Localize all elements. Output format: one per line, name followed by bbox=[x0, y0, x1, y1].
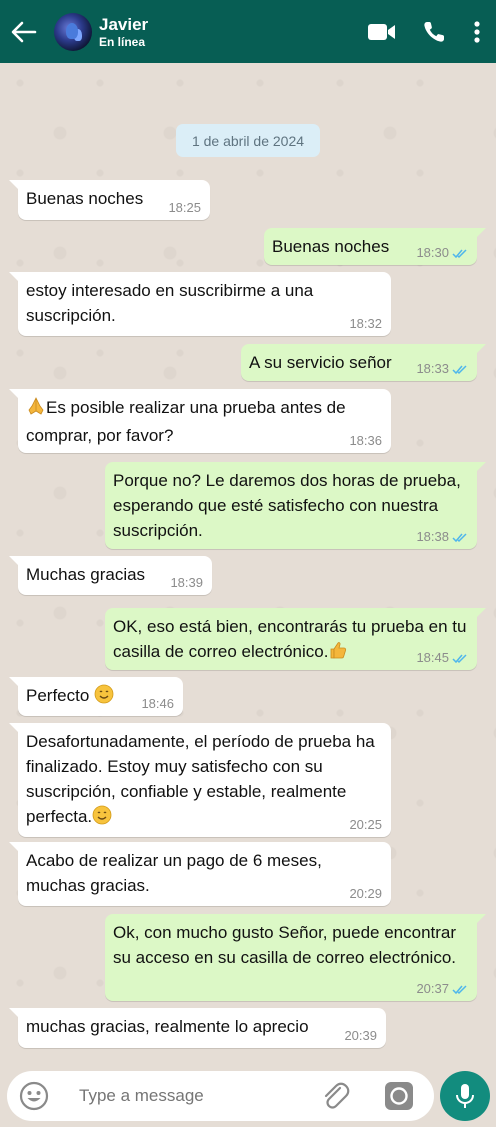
video-call-button[interactable] bbox=[362, 0, 402, 63]
smiling-face-icon bbox=[92, 805, 112, 832]
read-ticks-icon bbox=[452, 653, 468, 664]
message-incoming[interactable]: Desafortunadamente, el período de prueba… bbox=[9, 723, 391, 837]
message-text: Porque no? Le daremos dos horas de prueb… bbox=[113, 471, 461, 540]
message-text: Desafortunadamente, el período de prueba… bbox=[26, 732, 375, 826]
read-ticks-icon bbox=[452, 984, 468, 995]
more-options-button[interactable] bbox=[462, 0, 492, 63]
smiling-face-icon bbox=[94, 684, 114, 711]
contact-status: En línea bbox=[99, 34, 146, 49]
message-outgoing[interactable]: Buenas noches 18:30 bbox=[264, 228, 486, 265]
message-time: 18:39 bbox=[170, 575, 203, 590]
contact-name: Javier bbox=[99, 14, 149, 34]
message-text: muchas gracias, realmente lo aprecio bbox=[26, 1017, 309, 1036]
chat-area[interactable]: 1 de abril de 2024 Buenas noches 18:25 B… bbox=[0, 63, 496, 1065]
message-text-container: Desafortunadamente, el período de prueba… bbox=[26, 729, 382, 832]
message-text: Acabo de realizar un pago de 6 meses, mu… bbox=[26, 851, 322, 895]
emoji-icon bbox=[19, 1081, 49, 1111]
back-arrow-icon bbox=[11, 21, 37, 42]
message-time: 18:33 bbox=[416, 361, 449, 376]
phone-icon bbox=[424, 21, 444, 42]
message-text: Ok, con mucho gusto Señor, puede encontr… bbox=[113, 923, 457, 967]
message-time: 20:39 bbox=[344, 1028, 377, 1043]
chat-header: Javier En línea bbox=[0, 0, 496, 63]
message-incoming[interactable]: estoy interesado en suscribirme a una su… bbox=[9, 272, 391, 336]
date-chip: 1 de abril de 2024 bbox=[176, 124, 320, 157]
message-incoming[interactable]: Es posible realizar una prueba antes de … bbox=[9, 389, 391, 453]
camera-icon bbox=[385, 1082, 413, 1110]
message-outgoing[interactable]: A su servicio señor 18:33 bbox=[241, 344, 486, 381]
message-text: Perfecto bbox=[26, 686, 90, 705]
message-time: 18:46 bbox=[141, 696, 174, 711]
thumbs-up-icon bbox=[328, 640, 348, 667]
microphone-icon bbox=[456, 1084, 474, 1108]
message-outgoing[interactable]: OK, eso está bien, encontrarás tu prueba… bbox=[105, 608, 486, 670]
message-incoming[interactable]: Muchas gracias 18:39 bbox=[9, 556, 212, 595]
camera-button[interactable] bbox=[382, 1079, 416, 1113]
message-time: 18:25 bbox=[168, 200, 201, 215]
message-time: 20:25 bbox=[349, 817, 382, 832]
message-text-container: OK, eso está bien, encontrarás tu prueba… bbox=[113, 614, 468, 667]
read-ticks-icon bbox=[452, 364, 468, 375]
message-outgoing[interactable]: Ok, con mucho gusto Señor, puede encontr… bbox=[105, 914, 486, 1001]
message-text: Es posible realizar una prueba antes de … bbox=[26, 398, 346, 445]
read-ticks-icon bbox=[452, 248, 468, 259]
message-text: OK, eso está bien, encontrarás tu prueba… bbox=[113, 617, 467, 661]
read-ticks-icon bbox=[452, 532, 468, 543]
message-time: 18:45 bbox=[416, 650, 449, 665]
emoji-button[interactable] bbox=[9, 1071, 59, 1121]
back-button[interactable] bbox=[2, 0, 46, 63]
message-time: 18:30 bbox=[416, 245, 449, 260]
message-time: 20:37 bbox=[416, 981, 449, 996]
message-incoming[interactable]: Acabo de realizar un pago de 6 meses, mu… bbox=[9, 842, 391, 906]
voice-call-button[interactable] bbox=[414, 0, 454, 63]
contact-info[interactable]: Javier En línea bbox=[99, 15, 148, 49]
message-input[interactable] bbox=[79, 1086, 299, 1106]
more-vert-icon bbox=[474, 20, 480, 43]
message-time: 18:32 bbox=[349, 316, 382, 331]
message-time: 20:29 bbox=[349, 886, 382, 901]
message-time: 18:36 bbox=[349, 433, 382, 448]
message-time: 18:38 bbox=[416, 529, 449, 544]
avatar[interactable] bbox=[54, 12, 92, 51]
message-composer bbox=[7, 1071, 434, 1121]
message-incoming[interactable]: Buenas noches 18:25 bbox=[9, 180, 210, 220]
message-text-container: Es posible realizar una prueba antes de … bbox=[26, 395, 382, 448]
folded-hands-icon bbox=[26, 396, 46, 423]
message-incoming[interactable]: Perfecto 18:46 bbox=[9, 677, 183, 716]
video-call-icon bbox=[368, 23, 395, 40]
message-incoming[interactable]: muchas gracias, realmente lo aprecio 20:… bbox=[9, 1008, 386, 1048]
voice-message-button[interactable] bbox=[440, 1071, 490, 1121]
message-outgoing[interactable]: Porque no? Le daremos dos horas de prueb… bbox=[105, 462, 486, 549]
attach-button[interactable] bbox=[317, 1079, 353, 1113]
message-text: estoy interesado en suscribirme a una su… bbox=[26, 281, 314, 325]
paperclip-icon bbox=[324, 1082, 350, 1109]
